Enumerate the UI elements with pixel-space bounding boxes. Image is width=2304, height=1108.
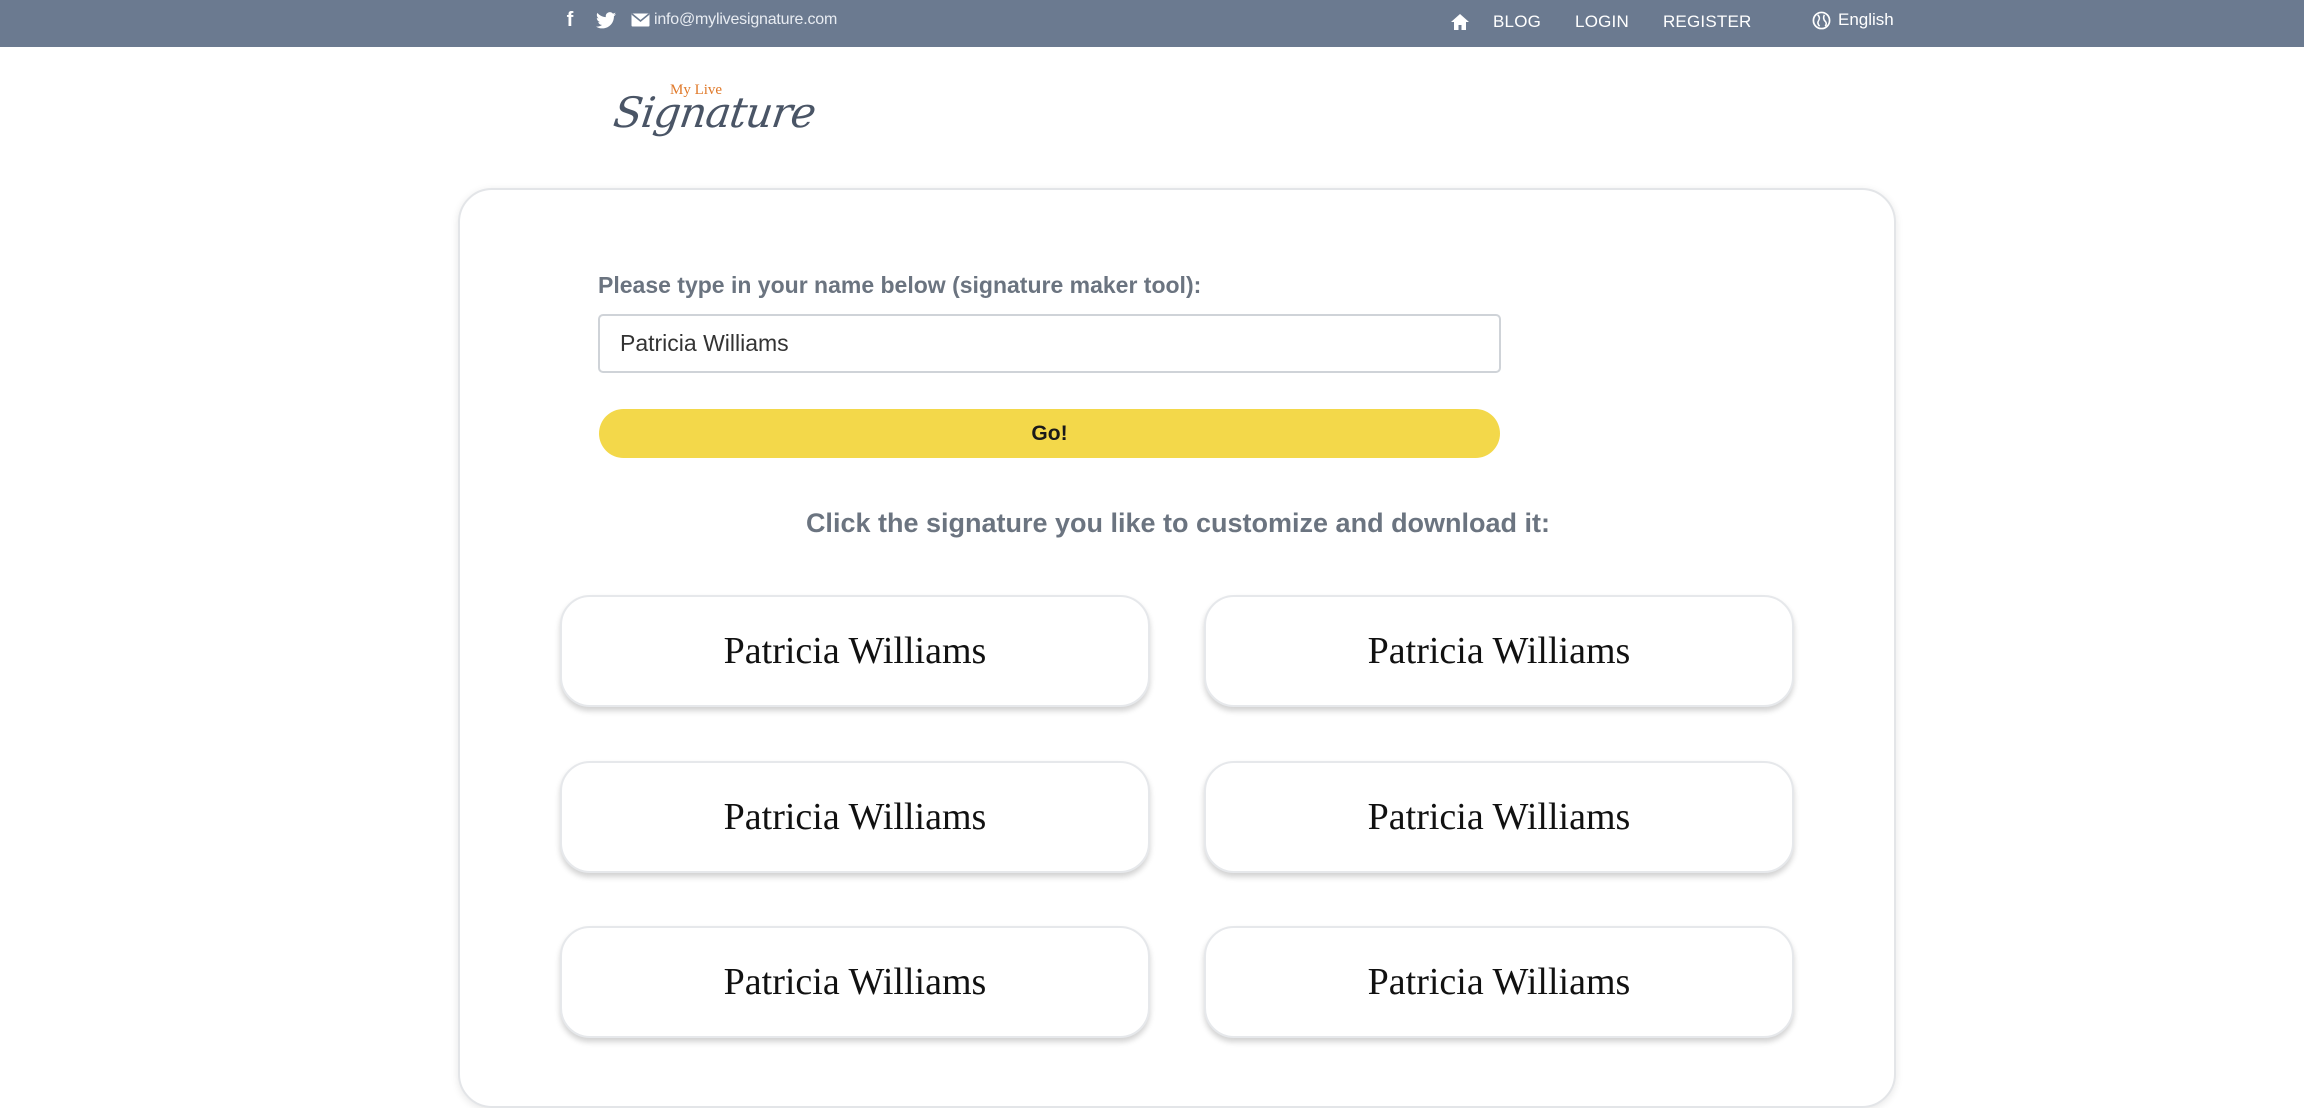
contact-email-link[interactable]: info@mylivesignature.com: [654, 11, 837, 29]
signature-option[interactable]: Patricia Williams: [560, 926, 1150, 1038]
social-links: f info@mylivesignature.com: [563, 0, 837, 40]
globe-icon: [1812, 11, 1831, 30]
top-bar: f info@mylivesignature.com BLOG LOGIN RE…: [0, 0, 2304, 47]
nav-blog-link[interactable]: BLOG: [1493, 12, 1541, 32]
name-input[interactable]: [598, 314, 1501, 373]
home-icon[interactable]: [1450, 12, 1470, 32]
signature-option[interactable]: Patricia Williams: [1204, 595, 1794, 707]
signature-option[interactable]: Patricia Williams: [1204, 761, 1794, 873]
mail-icon[interactable]: [631, 13, 650, 27]
signature-preview-text: Patricia Williams: [724, 629, 987, 673]
twitter-icon[interactable]: [595, 11, 617, 29]
name-prompt-label: Please type in your name below (signatur…: [598, 272, 1201, 299]
signature-option[interactable]: Patricia Williams: [1204, 926, 1794, 1038]
signature-preview-text: Patricia Williams: [1368, 795, 1631, 839]
signature-option[interactable]: Patricia Williams: [560, 761, 1150, 873]
signature-preview-text: Patricia Williams: [1368, 960, 1631, 1004]
go-button[interactable]: Go!: [599, 409, 1500, 458]
signature-preview-text: Patricia Williams: [724, 960, 987, 1004]
signature-option[interactable]: Patricia Williams: [560, 595, 1150, 707]
logo-main-text: Signature: [611, 88, 819, 137]
nav-login-link[interactable]: LOGIN: [1575, 12, 1629, 32]
site-logo[interactable]: My Live Signature: [610, 80, 780, 140]
top-navigation: BLOG LOGIN REGISTER: [1450, 0, 1785, 43]
signature-preview-text: Patricia Williams: [1368, 629, 1631, 673]
facebook-icon[interactable]: f: [563, 9, 577, 32]
signature-preview-text: Patricia Williams: [724, 795, 987, 839]
language-selector[interactable]: English: [1812, 0, 1894, 40]
language-label: English: [1838, 10, 1894, 30]
nav-register-link[interactable]: REGISTER: [1663, 12, 1752, 32]
results-instruction: Click the signature you like to customiz…: [0, 508, 2304, 539]
